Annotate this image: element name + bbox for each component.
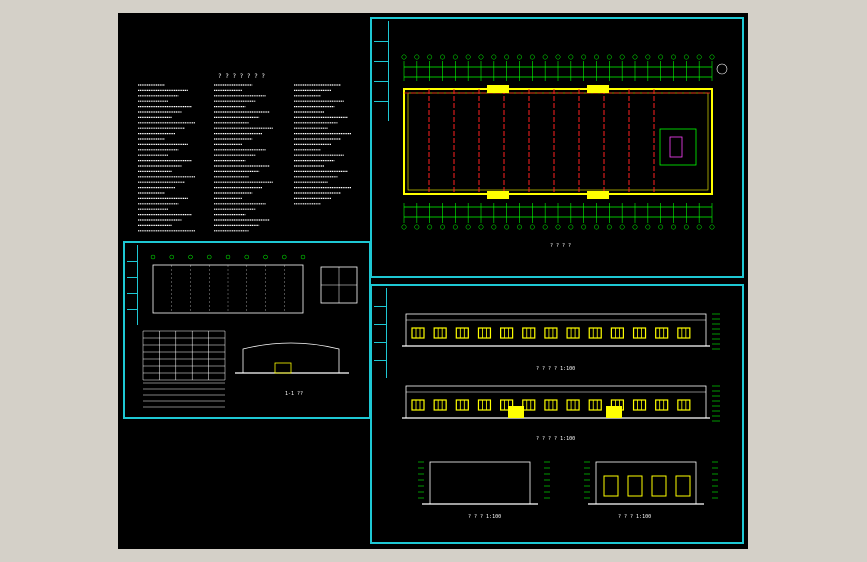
sheet-elevations[interactable]: ? ? ? ? 1:100 ? ? ? ? 1:100 ? ? ? 1:100 …: [370, 284, 744, 544]
site-section-drawing: [142, 254, 358, 408]
design-notes: ? ? ? ? ? ? ?: [132, 71, 362, 241]
elev4-caption: ? ? ? 1:100: [618, 514, 652, 520]
plan-caption: ? ? ? ?: [550, 243, 572, 249]
elevations-drawing: [402, 313, 720, 505]
elev1-caption: ? ? ? ? 1:100: [536, 366, 576, 372]
notes-text-lines: [138, 84, 351, 232]
elev2-caption: ? ? ? ? 1:100: [536, 436, 576, 442]
sheet-site-section[interactable]: 1-1 ??: [123, 241, 371, 419]
section-caption: 1-1 ??: [285, 391, 304, 397]
drawing-canvas[interactable]: ? ? ? ? ? ? ? ? ? ? ? ? ? ? ? 1:100 ? ? …: [118, 13, 748, 549]
elev3-caption: ? ? ? 1:100: [468, 514, 502, 520]
sheet-floor-plan[interactable]: ? ? ? ?: [370, 17, 744, 278]
floor-plan-drawing: [401, 54, 728, 230]
